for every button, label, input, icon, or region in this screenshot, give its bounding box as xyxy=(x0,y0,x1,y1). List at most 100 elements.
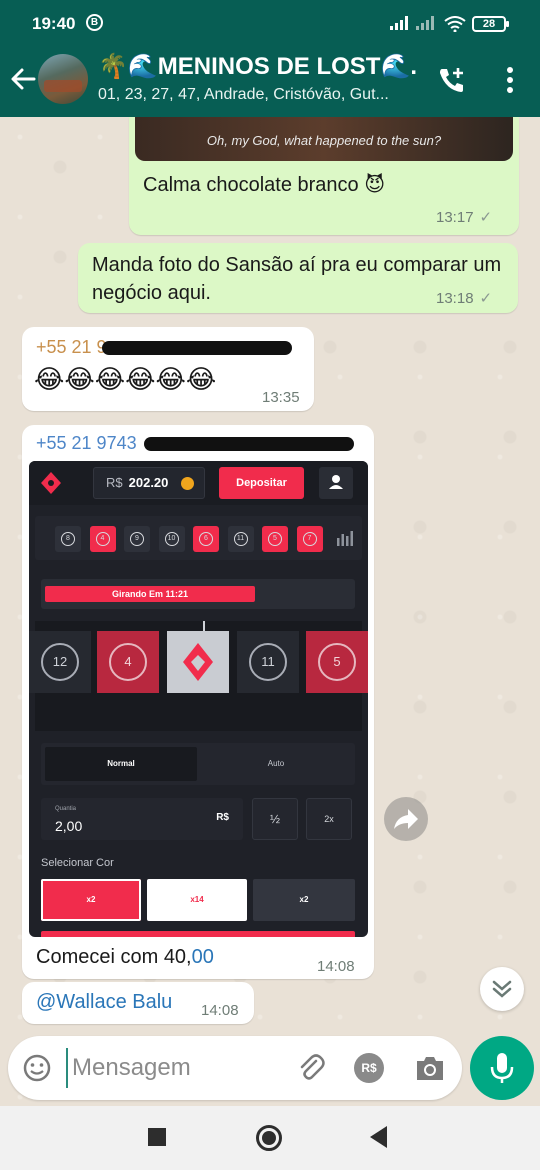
amount-label: Quantia xyxy=(55,806,77,812)
game-topbar: R$ 202.20 Depositar xyxy=(29,461,368,505)
color-white-button: x14 xyxy=(147,879,247,921)
game-balance: R$ 202.20 xyxy=(93,467,205,499)
roller-number: 12 xyxy=(41,643,79,681)
add-call-icon[interactable] xyxy=(436,64,468,96)
message-time: 13:17 ✓ xyxy=(436,209,493,226)
history-item: 6 xyxy=(193,526,219,552)
sender-name[interactable]: +55 21 9743 xyxy=(36,433,137,454)
user-icon xyxy=(319,467,353,499)
message-text: 😂😂😂😂😂😂 xyxy=(34,364,217,394)
emoji-icon[interactable] xyxy=(22,1053,52,1083)
mode-selector: Normal Auto xyxy=(41,743,355,785)
signal-icon xyxy=(390,16,408,30)
wifi-icon xyxy=(444,16,466,32)
message-time: 13:18 ✓ xyxy=(436,290,493,307)
game-screenshot[interactable]: R$ 202.20 Depositar 8 4 9 10 6 11 5 7 Girando Em… xyxy=(29,461,368,937)
message-text: Calma chocolate branco 😈 xyxy=(143,174,386,196)
history-item: 4 xyxy=(89,526,116,552)
mode-normal: Normal xyxy=(45,747,197,781)
select-color-label: Selecionar Cor xyxy=(41,857,114,869)
amount-field: Quantia 2,00 R$ xyxy=(41,798,243,840)
redaction-scribble xyxy=(102,341,292,355)
game-history: 8 4 9 10 6 11 5 7 xyxy=(35,516,362,560)
message-time: 13:35 xyxy=(262,389,300,406)
game-roller: 12 4 11 5 xyxy=(29,621,368,731)
history-number: 11 xyxy=(233,532,248,546)
history-item: 5 xyxy=(262,526,288,552)
chat-area[interactable]: Calma chocolate branco 😈 13:17 ✓ Oh, my G… xyxy=(0,117,540,1107)
coin-icon xyxy=(181,477,194,490)
message-input[interactable] xyxy=(66,1048,286,1088)
group-title[interactable]: 🌴🌊MENINOS DE LOST🌊... xyxy=(98,52,418,81)
roller-tile: 11 xyxy=(237,631,299,693)
chat-header[interactable]: 🌴🌊MENINOS DE LOST🌊... 01, 23, 27, 47, An… xyxy=(0,46,540,117)
mode-auto: Auto xyxy=(267,759,285,768)
system-nav-bar xyxy=(0,1106,540,1170)
half-button: ½ xyxy=(252,798,298,840)
home-circle-icon[interactable] xyxy=(256,1125,282,1151)
recents-square-icon[interactable] xyxy=(148,1128,166,1146)
attach-icon[interactable] xyxy=(294,1052,326,1084)
forward-icon[interactable] xyxy=(384,797,428,841)
sender-name[interactable]: +55 21 9 xyxy=(36,337,107,358)
color-black-button: x2 xyxy=(253,879,355,921)
mention-link[interactable]: @Wallace Balu xyxy=(36,988,172,1016)
history-item: 10 xyxy=(158,526,185,552)
video-caption: Oh, my God, what happened to the sun? xyxy=(206,133,442,148)
message-time: 14:08 xyxy=(317,958,355,975)
roller-logo-icon xyxy=(183,643,213,681)
message-bubble-incoming[interactable]: +55 21 9 😂😂😂😂😂😂 13:35 xyxy=(22,327,314,411)
image-caption: Comecei com 40,00 xyxy=(36,946,214,968)
back-arrow-icon[interactable] xyxy=(8,64,38,94)
deposit-button: Depositar xyxy=(219,467,304,499)
history-number: 9 xyxy=(130,532,144,546)
history-item: 9 xyxy=(124,526,150,552)
countdown-label: Girando Em 11:21 xyxy=(45,586,255,602)
redaction-scribble xyxy=(144,437,354,451)
microphone-icon xyxy=(490,1053,514,1083)
video-thumbnail[interactable]: Oh, my God, what happened to the sun? xyxy=(135,117,513,161)
roller-number: 11 xyxy=(249,643,287,681)
camera-icon[interactable] xyxy=(414,1053,446,1083)
game-logo-icon xyxy=(41,472,61,494)
roller-tile xyxy=(167,631,229,693)
battery-icon: 28 xyxy=(472,16,509,32)
more-options-icon[interactable] xyxy=(500,64,520,96)
history-number: 10 xyxy=(164,532,179,546)
payment-icon[interactable]: R$ xyxy=(354,1053,384,1083)
status-bar: 19:40 B 28 xyxy=(0,0,540,46)
message-time: 14:08 xyxy=(201,1002,239,1019)
stats-icon xyxy=(337,531,353,546)
group-members[interactable]: 01, 23, 27, 47, Andrade, Cristóvão, Gut.… xyxy=(98,86,418,104)
signal-2-icon xyxy=(416,16,434,30)
history-item: 7 xyxy=(296,526,323,552)
history-item: 11 xyxy=(227,526,254,552)
app-header: 19:40 B 28 🌴🌊MENINOS DE LOST🌊... 01, 23,… xyxy=(0,0,540,117)
history-number: 7 xyxy=(302,532,317,546)
message-compose-bar: R$ xyxy=(8,1036,462,1100)
scroll-down-icon[interactable] xyxy=(480,967,524,1011)
countdown-bar: Girando Em 11:21 xyxy=(41,579,355,609)
color-red-button: x2 xyxy=(41,879,141,921)
voice-record-button[interactable] xyxy=(470,1036,534,1100)
history-item: 8 xyxy=(55,526,81,552)
roller-tile: 5 xyxy=(306,631,368,693)
message-bubble-incoming[interactable]: @Wallace Balu 14:08 xyxy=(22,982,254,1024)
history-number: 6 xyxy=(199,532,213,546)
roller-tile: 12 xyxy=(29,631,91,693)
roller-number: 5 xyxy=(318,643,356,681)
b-notification-icon: B xyxy=(86,14,103,31)
double-button: 2x xyxy=(306,798,352,840)
history-number: 4 xyxy=(95,532,110,546)
amount-value: 2,00 xyxy=(55,818,83,834)
back-triangle-icon[interactable] xyxy=(370,1126,387,1148)
roller-number: 4 xyxy=(109,643,147,681)
history-number: 5 xyxy=(268,532,282,546)
roller-tile: 4 xyxy=(97,631,159,693)
history-number: 8 xyxy=(61,532,75,546)
amount-currency: R$ xyxy=(216,812,229,823)
group-avatar[interactable] xyxy=(38,54,88,104)
message-bubble-outgoing[interactable]: Manda foto do Sansão aí pra eu comparar … xyxy=(78,243,518,313)
bet-button-edge xyxy=(41,931,355,937)
sent-check-icon: ✓ xyxy=(479,290,493,307)
